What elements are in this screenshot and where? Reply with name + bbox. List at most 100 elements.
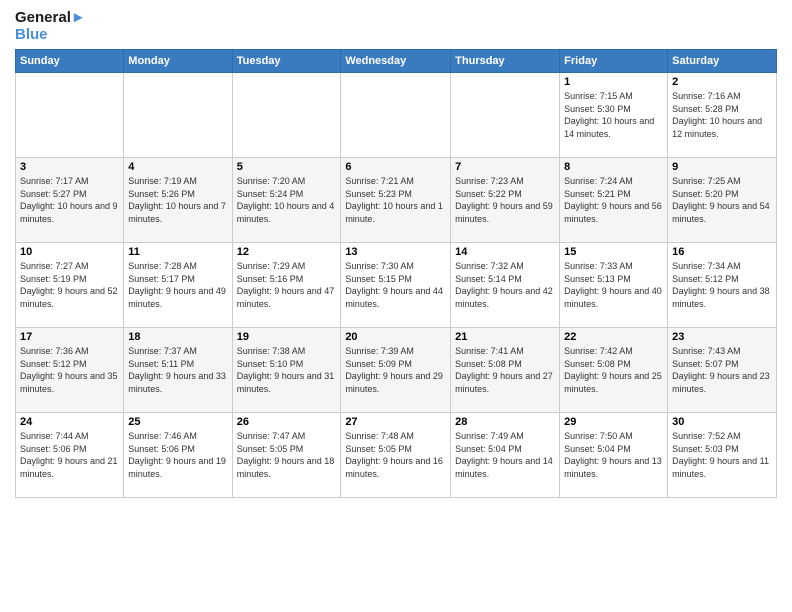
calendar-cell: 30Sunrise: 7:52 AM Sunset: 5:03 PM Dayli…	[668, 413, 777, 498]
calendar-table: SundayMondayTuesdayWednesdayThursdayFrid…	[15, 49, 777, 498]
weekday-monday: Monday	[124, 50, 232, 73]
day-info: Sunrise: 7:23 AM Sunset: 5:22 PM Dayligh…	[455, 175, 555, 225]
day-number: 19	[237, 331, 337, 343]
calendar-cell: 22 Sunrise: 7:42 AM Sunset: 5:08 PM Dayli…	[560, 328, 668, 413]
calendar-cell: 9 Sunrise: 7:25 AM Sunset: 5:20 PM Daylig…	[668, 158, 777, 243]
weekday-friday: Friday	[560, 50, 668, 73]
day-number: 9	[672, 161, 772, 173]
day-number: 8	[564, 161, 663, 173]
day-number: 13	[345, 246, 446, 258]
day-info: Sunrise: 7:33 AM Sunset: 5:13 PM Dayligh…	[564, 260, 663, 310]
calendar-cell: 13 Sunrise: 7:30 AM Sunset: 5:15 PM Dayli…	[341, 243, 451, 328]
day-number: 27	[345, 416, 446, 428]
day-number: 12	[237, 246, 337, 258]
calendar-cell: 25 Sunrise: 7:46 AM Sunset: 5:06 PM Dayli…	[124, 413, 232, 498]
calendar-cell: 8 Sunrise: 7:24 AM Sunset: 5:21 PM Daylig…	[560, 158, 668, 243]
logo-text-general: General►	[15, 10, 86, 27]
day-number: 10	[20, 246, 119, 258]
calendar-body: 1 Sunrise: 7:15 AM Sunset: 5:30 PM Daylig…	[16, 73, 777, 498]
calendar-cell: 18 Sunrise: 7:37 AM Sunset: 5:11 PM Dayli…	[124, 328, 232, 413]
day-number: 20	[345, 331, 446, 343]
day-number: 24	[20, 416, 119, 428]
day-info: Sunrise: 7:24 AM Sunset: 5:21 PM Dayligh…	[564, 175, 663, 225]
calendar-cell: 23Sunrise: 7:43 AM Sunset: 5:07 PM Dayli…	[668, 328, 777, 413]
calendar-cell: 21 Sunrise: 7:41 AM Sunset: 5:08 PM Dayli…	[451, 328, 560, 413]
calendar-cell: 16 Sunrise: 7:34 AM Sunset: 5:12 PM Dayli…	[668, 243, 777, 328]
weekday-saturday: Saturday	[668, 50, 777, 73]
day-number: 1	[564, 76, 663, 88]
calendar-cell: 2 Sunrise: 7:16 AM Sunset: 5:28 PM Daylig…	[668, 73, 777, 158]
day-info: Sunrise: 7:42 AM Sunset: 5:08 PM Dayligh…	[564, 345, 663, 395]
day-info: Sunrise: 7:29 AM Sunset: 5:16 PM Dayligh…	[237, 260, 337, 310]
calendar-cell: 4 Sunrise: 7:19 AM Sunset: 5:26 PM Daylig…	[124, 158, 232, 243]
day-number: 16	[672, 246, 772, 258]
day-info: Sunrise: 7:17 AM Sunset: 5:27 PM Dayligh…	[20, 175, 119, 225]
day-number: 4	[128, 161, 227, 173]
day-info: Sunrise: 7:36 AM Sunset: 5:12 PM Dayligh…	[20, 345, 119, 395]
calendar-cell	[451, 73, 560, 158]
day-number: 17	[20, 331, 119, 343]
day-info: Sunrise: 7:21 AM Sunset: 5:23 PM Dayligh…	[345, 175, 446, 225]
day-info: Sunrise: 7:16 AM Sunset: 5:28 PM Dayligh…	[672, 90, 772, 140]
day-info: Sunrise: 7:39 AM Sunset: 5:09 PM Dayligh…	[345, 345, 446, 395]
day-number: 6	[345, 161, 446, 173]
calendar-cell: 1 Sunrise: 7:15 AM Sunset: 5:30 PM Daylig…	[560, 73, 668, 158]
week-row-4: 24Sunrise: 7:44 AM Sunset: 5:06 PM Dayli…	[16, 413, 777, 498]
calendar-cell: 5Sunrise: 7:20 AM Sunset: 5:24 PM Daylig…	[232, 158, 341, 243]
calendar-cell: 17 Sunrise: 7:36 AM Sunset: 5:12 PM Dayli…	[16, 328, 124, 413]
weekday-tuesday: Tuesday	[232, 50, 341, 73]
day-number: 26	[237, 416, 337, 428]
calendar-cell: 3 Sunrise: 7:17 AM Sunset: 5:27 PM Daylig…	[16, 158, 124, 243]
calendar-cell: 29 Sunrise: 7:50 AM Sunset: 5:04 PM Dayli…	[560, 413, 668, 498]
day-info: Sunrise: 7:15 AM Sunset: 5:30 PM Dayligh…	[564, 90, 663, 140]
day-info: Sunrise: 7:37 AM Sunset: 5:11 PM Dayligh…	[128, 345, 227, 395]
week-row-3: 17 Sunrise: 7:36 AM Sunset: 5:12 PM Dayli…	[16, 328, 777, 413]
day-info: Sunrise: 7:46 AM Sunset: 5:06 PM Dayligh…	[128, 430, 227, 480]
calendar-cell: 19 Sunrise: 7:38 AM Sunset: 5:10 PM Dayli…	[232, 328, 341, 413]
calendar-cell: 26Sunrise: 7:47 AM Sunset: 5:05 PM Dayli…	[232, 413, 341, 498]
day-number: 2	[672, 76, 772, 88]
day-info: Sunrise: 7:50 AM Sunset: 5:04 PM Dayligh…	[564, 430, 663, 480]
calendar-cell: 20 Sunrise: 7:39 AM Sunset: 5:09 PM Dayli…	[341, 328, 451, 413]
day-number: 21	[455, 331, 555, 343]
calendar-cell: 11Sunrise: 7:28 AM Sunset: 5:17 PM Dayli…	[124, 243, 232, 328]
day-info: Sunrise: 7:41 AM Sunset: 5:08 PM Dayligh…	[455, 345, 555, 395]
day-number: 3	[20, 161, 119, 173]
calendar-cell: 14Sunrise: 7:32 AM Sunset: 5:14 PM Dayli…	[451, 243, 560, 328]
week-row-2: 10Sunrise: 7:27 AM Sunset: 5:19 PM Dayli…	[16, 243, 777, 328]
day-info: Sunrise: 7:19 AM Sunset: 5:26 PM Dayligh…	[128, 175, 227, 225]
day-number: 25	[128, 416, 227, 428]
calendar-cell: 27 Sunrise: 7:48 AM Sunset: 5:05 PM Dayli…	[341, 413, 451, 498]
calendar-cell: 7Sunrise: 7:23 AM Sunset: 5:22 PM Daylig…	[451, 158, 560, 243]
day-number: 22	[564, 331, 663, 343]
weekday-wednesday: Wednesday	[341, 50, 451, 73]
weekday-thursday: Thursday	[451, 50, 560, 73]
day-number: 11	[128, 246, 227, 258]
day-info: Sunrise: 7:52 AM Sunset: 5:03 PM Dayligh…	[672, 430, 772, 480]
day-number: 5	[237, 161, 337, 173]
day-info: Sunrise: 7:30 AM Sunset: 5:15 PM Dayligh…	[345, 260, 446, 310]
day-number: 23	[672, 331, 772, 343]
logo: General► Blue	[15, 10, 86, 43]
day-info: Sunrise: 7:48 AM Sunset: 5:05 PM Dayligh…	[345, 430, 446, 480]
day-info: Sunrise: 7:34 AM Sunset: 5:12 PM Dayligh…	[672, 260, 772, 310]
day-info: Sunrise: 7:38 AM Sunset: 5:10 PM Dayligh…	[237, 345, 337, 395]
calendar-cell: 15Sunrise: 7:33 AM Sunset: 5:13 PM Dayli…	[560, 243, 668, 328]
day-info: Sunrise: 7:49 AM Sunset: 5:04 PM Dayligh…	[455, 430, 555, 480]
calendar-cell	[341, 73, 451, 158]
calendar-cell	[232, 73, 341, 158]
day-number: 29	[564, 416, 663, 428]
day-info: Sunrise: 7:25 AM Sunset: 5:20 PM Dayligh…	[672, 175, 772, 225]
calendar-cell: 28 Sunrise: 7:49 AM Sunset: 5:04 PM Dayli…	[451, 413, 560, 498]
day-info: Sunrise: 7:32 AM Sunset: 5:14 PM Dayligh…	[455, 260, 555, 310]
calendar-cell	[16, 73, 124, 158]
calendar-cell: 6 Sunrise: 7:21 AM Sunset: 5:23 PM Daylig…	[341, 158, 451, 243]
weekday-header-row: SundayMondayTuesdayWednesdayThursdayFrid…	[16, 50, 777, 73]
day-number: 18	[128, 331, 227, 343]
week-row-1: 3 Sunrise: 7:17 AM Sunset: 5:27 PM Daylig…	[16, 158, 777, 243]
logo-text-blue: Blue	[15, 27, 86, 44]
day-number: 28	[455, 416, 555, 428]
calendar-cell: 24Sunrise: 7:44 AM Sunset: 5:06 PM Dayli…	[16, 413, 124, 498]
header: General► Blue	[15, 10, 777, 43]
weekday-sunday: Sunday	[16, 50, 124, 73]
